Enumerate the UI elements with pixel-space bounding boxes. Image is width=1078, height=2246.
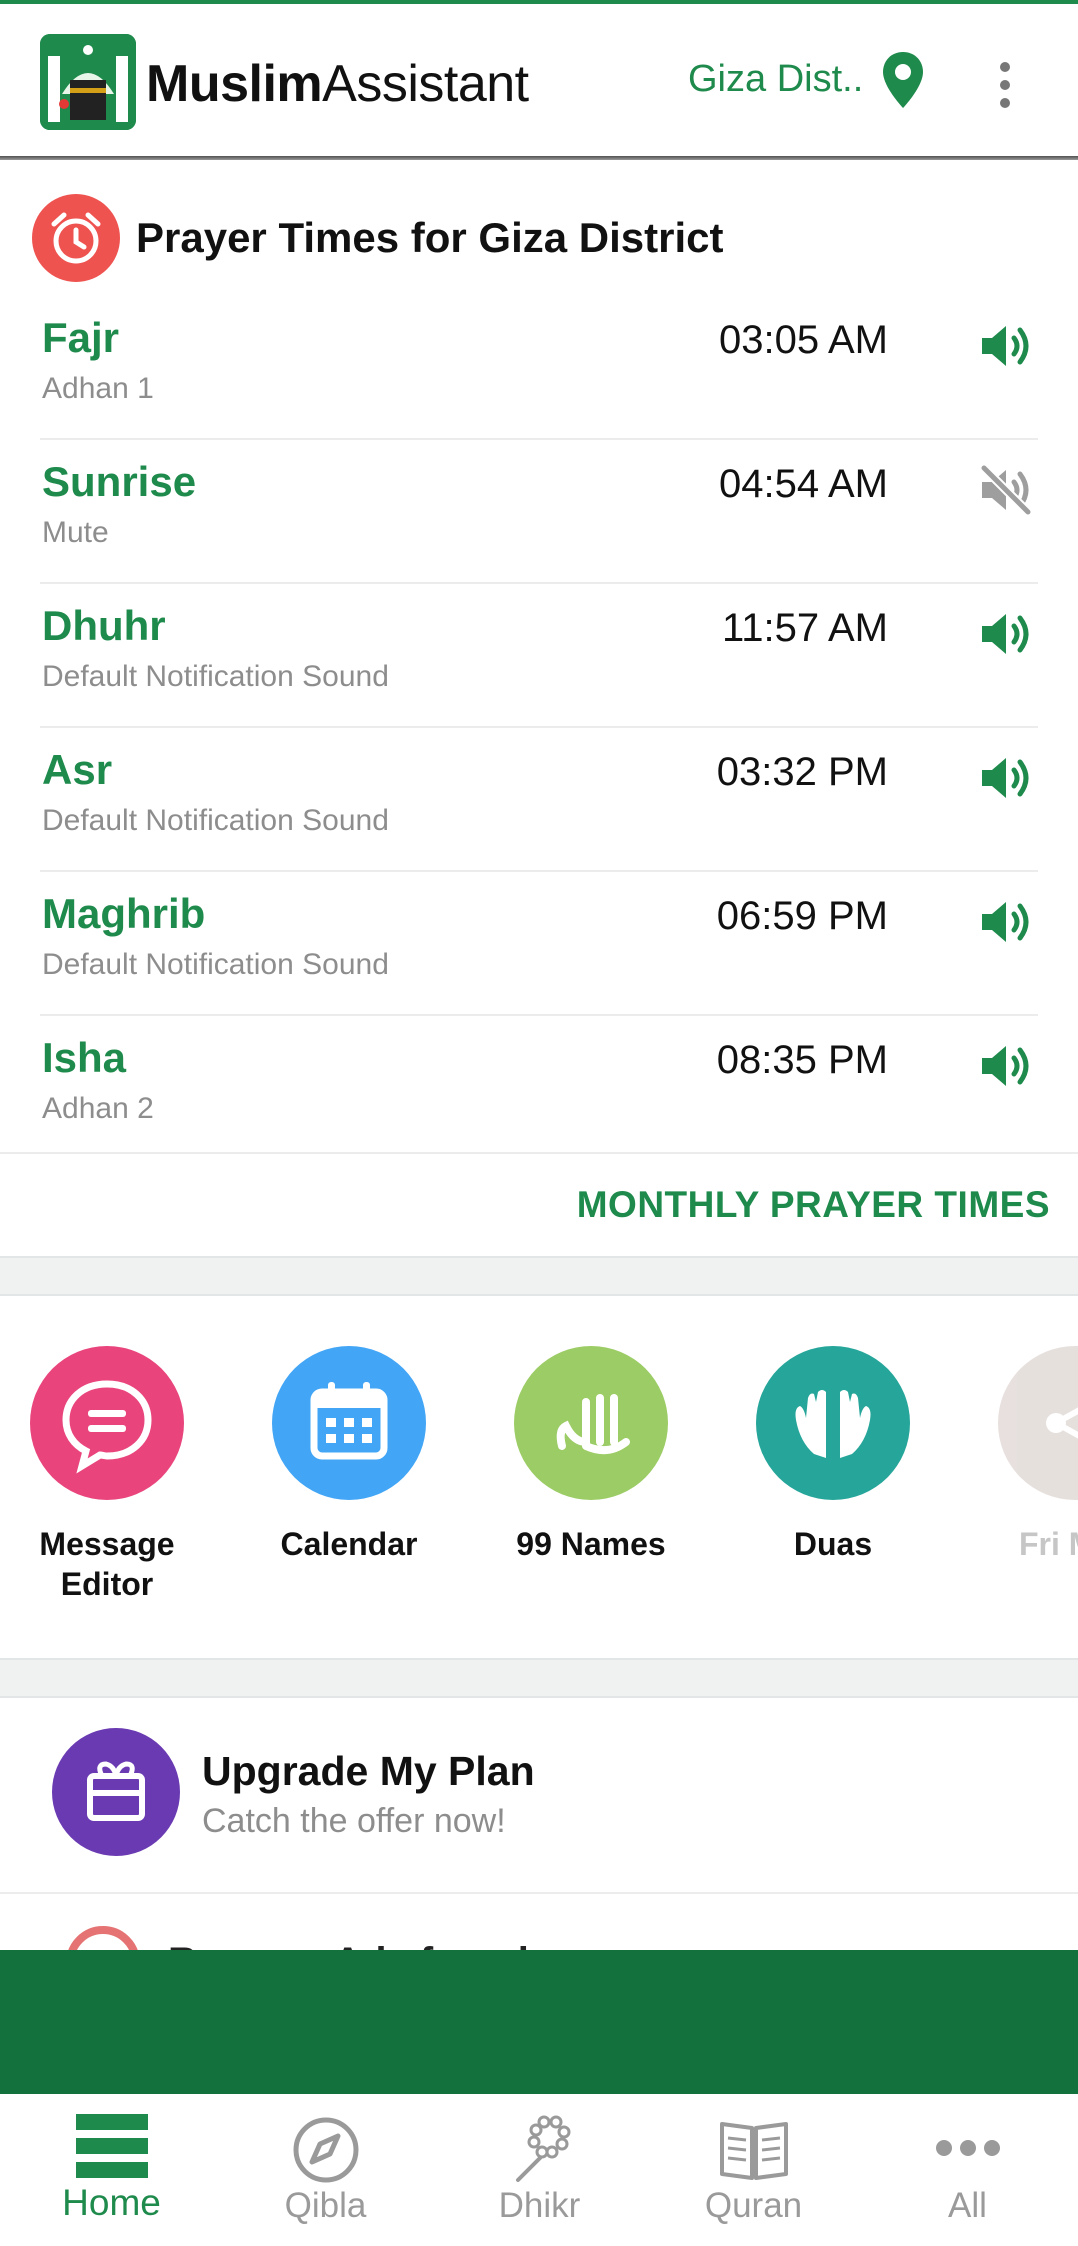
no-ads-icon <box>66 1926 140 1952</box>
nav-label: Home <box>62 2182 161 2223</box>
prayer-time: 11:57 AM <box>721 606 888 650</box>
nav-label: Dhikr <box>498 2186 581 2225</box>
prayer-sound-label: Mute <box>42 516 109 549</box>
nav-all[interactable]: All <box>860 2094 1075 2246</box>
more-dots-icon <box>936 2140 1000 2156</box>
nav-label: Qibla <box>284 2186 367 2225</box>
location-label[interactable]: Giza Dist.. <box>688 58 863 101</box>
prayer-time: 03:05 AM <box>718 318 888 362</box>
volume-on-icon[interactable] <box>978 606 1034 662</box>
prayer-sound-label: Default Notification Sound <box>42 804 389 837</box>
shortcut-friday-messages[interactable]: Fri Mes <box>968 1346 1078 1646</box>
prayer-row-fajr[interactable]: Fajr Adhan 1 03:05 AM <box>0 296 1078 440</box>
share-icon <box>998 1346 1078 1500</box>
message-icon <box>30 1346 184 1500</box>
calendar-icon <box>272 1346 426 1500</box>
nav-label: All <box>948 2186 987 2225</box>
shortcut-duas[interactable]: Duas <box>726 1346 940 1646</box>
shortcut-message-editor[interactable]: Message Editor <box>0 1346 214 1646</box>
nav-dhikr[interactable]: Dhikr <box>432 2094 647 2246</box>
prayer-time: 04:54 AM <box>718 462 888 506</box>
prayer-time: 06:59 PM <box>716 894 888 938</box>
prayer-card-title: Prayer Times for Giza District <box>136 214 724 261</box>
volume-on-icon[interactable] <box>978 1038 1034 1094</box>
nav-home[interactable]: Home <box>4 2094 219 2246</box>
ad-banner[interactable] <box>0 1950 1078 2094</box>
prayer-beads-icon <box>516 2115 571 2182</box>
prayer-sound-label: Adhan 1 <box>42 372 154 405</box>
volume-on-icon[interactable] <box>978 318 1034 374</box>
shortcut-label: Message Editor <box>39 1526 175 1602</box>
bottom-navigation: Home Qibla Dhikr Quran All <box>0 2094 1078 2246</box>
prayer-row-dhuhr[interactable]: Dhuhr Default Notification Sound 11:57 A… <box>0 584 1078 728</box>
gift-icon <box>52 1728 180 1856</box>
book-icon <box>720 2122 788 2180</box>
shortcut-99-names[interactable]: 99 Names <box>484 1346 698 1646</box>
monthly-prayer-times-bar: MONTHLY PRAYER TIMES <box>0 1152 1078 1258</box>
shortcut-label: Duas <box>793 1526 873 1562</box>
prayer-name: Sunrise <box>42 458 197 505</box>
prayer-sound-label: Adhan 2 <box>42 1092 154 1125</box>
section-gap <box>0 1256 1078 1296</box>
prayer-sound-label: Default Notification Sound <box>42 948 389 981</box>
prayer-row-asr[interactable]: Asr Default Notification Sound 03:32 PM <box>0 728 1078 872</box>
volume-on-icon[interactable] <box>978 750 1034 806</box>
section-gap <box>0 1658 1078 1698</box>
prayer-name: Dhuhr <box>42 602 166 649</box>
upgrade-title: Upgrade My Plan <box>202 1748 535 1794</box>
nav-qibla[interactable]: Qibla <box>218 2094 433 2246</box>
compass-icon <box>293 2117 359 2183</box>
upgrade-subtitle: Catch the offer now! <box>202 1802 506 1840</box>
prayer-sound-label: Default Notification Sound <box>42 660 389 693</box>
shortcuts-carousel[interactable]: Message Editor Calendar 99 Names Duas Fr… <box>0 1296 1078 1658</box>
volume-on-icon[interactable] <box>978 894 1034 950</box>
prayer-time: 08:35 PM <box>716 1038 888 1082</box>
app-title: MuslimAssistant <box>146 55 529 113</box>
alarm-clock-icon <box>32 194 120 282</box>
prayer-name: Maghrib <box>42 890 206 937</box>
prayer-row-sunrise[interactable]: Sunrise Mute 04:54 AM <box>0 440 1078 584</box>
nav-quran[interactable]: Quran <box>646 2094 861 2246</box>
location-pin-icon[interactable] <box>880 50 926 110</box>
app-logo-icon <box>40 34 136 130</box>
volume-muted-icon[interactable] <box>978 462 1034 518</box>
prayer-time: 03:32 PM <box>716 750 888 794</box>
allah-calligraphy-icon <box>514 1346 668 1500</box>
prayer-name: Isha <box>42 1034 127 1081</box>
nav-label: Quran <box>704 2186 803 2225</box>
overflow-menu-icon[interactable] <box>990 60 1020 110</box>
monthly-prayer-times-button[interactable]: MONTHLY PRAYER TIMES <box>577 1184 1050 1226</box>
praying-hands-icon <box>756 1346 910 1500</box>
prayer-row-maghrib[interactable]: Maghrib Default Notification Sound 06:59… <box>0 872 1078 1016</box>
prayer-row-isha[interactable]: Isha Adhan 2 08:35 PM <box>0 1016 1078 1160</box>
shortcut-label: Fri Mes <box>1018 1526 1078 1562</box>
prayer-name: Asr <box>42 746 113 793</box>
app-bar: MuslimAssistant Giza Dist.. <box>0 4 1078 158</box>
shortcut-label: 99 Names <box>516 1526 666 1562</box>
shortcut-calendar[interactable]: Calendar <box>242 1346 456 1646</box>
upgrade-plan-item[interactable]: Upgrade My Plan Catch the offer now! <box>0 1698 1078 1894</box>
home-icon <box>76 2114 148 2178</box>
shortcut-label: Calendar <box>280 1526 418 1562</box>
remove-ads-item[interactable]: Remove Ads for a lo... <box>0 1896 1078 1952</box>
prayer-name: Fajr <box>42 314 120 361</box>
